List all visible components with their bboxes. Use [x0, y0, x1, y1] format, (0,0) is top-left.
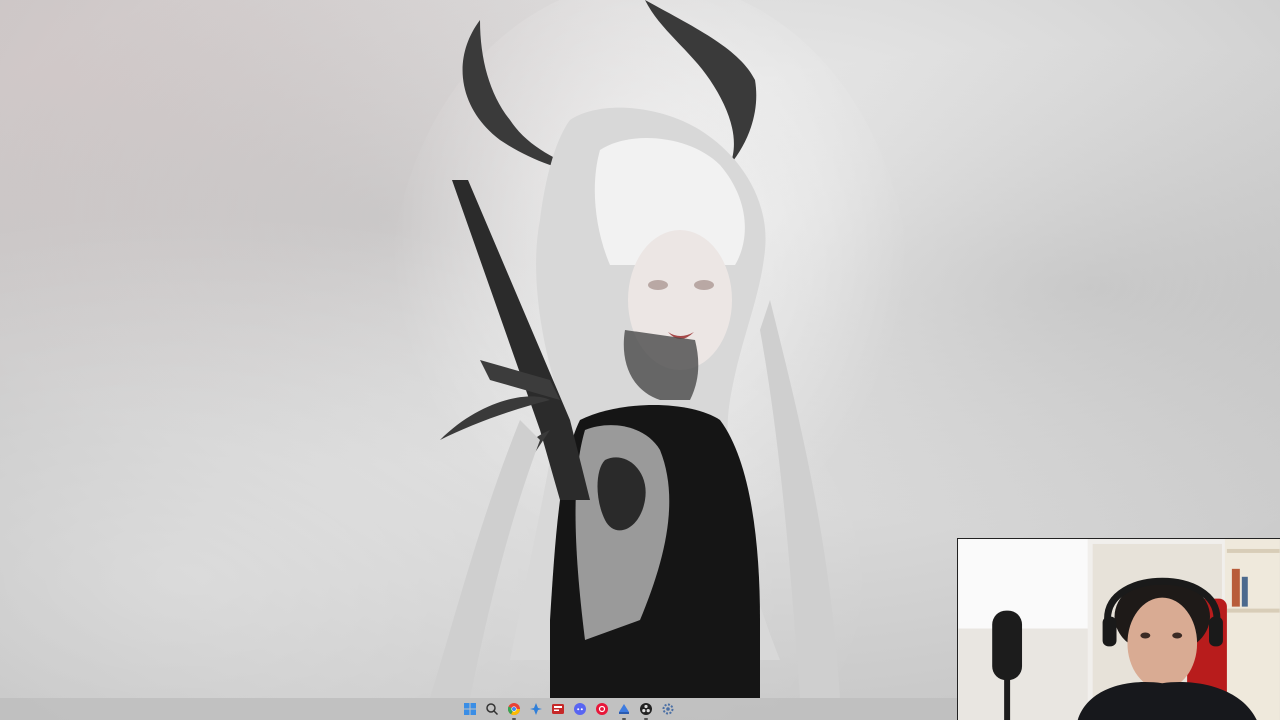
music-icon[interactable]: [594, 701, 610, 717]
search-icon[interactable]: [484, 701, 500, 717]
wallpaper-image: [390, 0, 910, 698]
obs-icon[interactable]: [638, 701, 654, 720]
start-icon[interactable]: [462, 701, 478, 717]
copilot-icon[interactable]: [528, 701, 544, 717]
discord-icon[interactable]: [572, 701, 588, 717]
desktop: [0, 0, 1280, 720]
app-red-icon[interactable]: [550, 701, 566, 717]
app-blue-icon[interactable]: [616, 701, 632, 720]
settings-icon[interactable]: [660, 701, 676, 717]
taskbar-icons: [462, 701, 676, 720]
webcam-overlay: [957, 538, 1280, 720]
chrome-icon[interactable]: [506, 701, 522, 720]
